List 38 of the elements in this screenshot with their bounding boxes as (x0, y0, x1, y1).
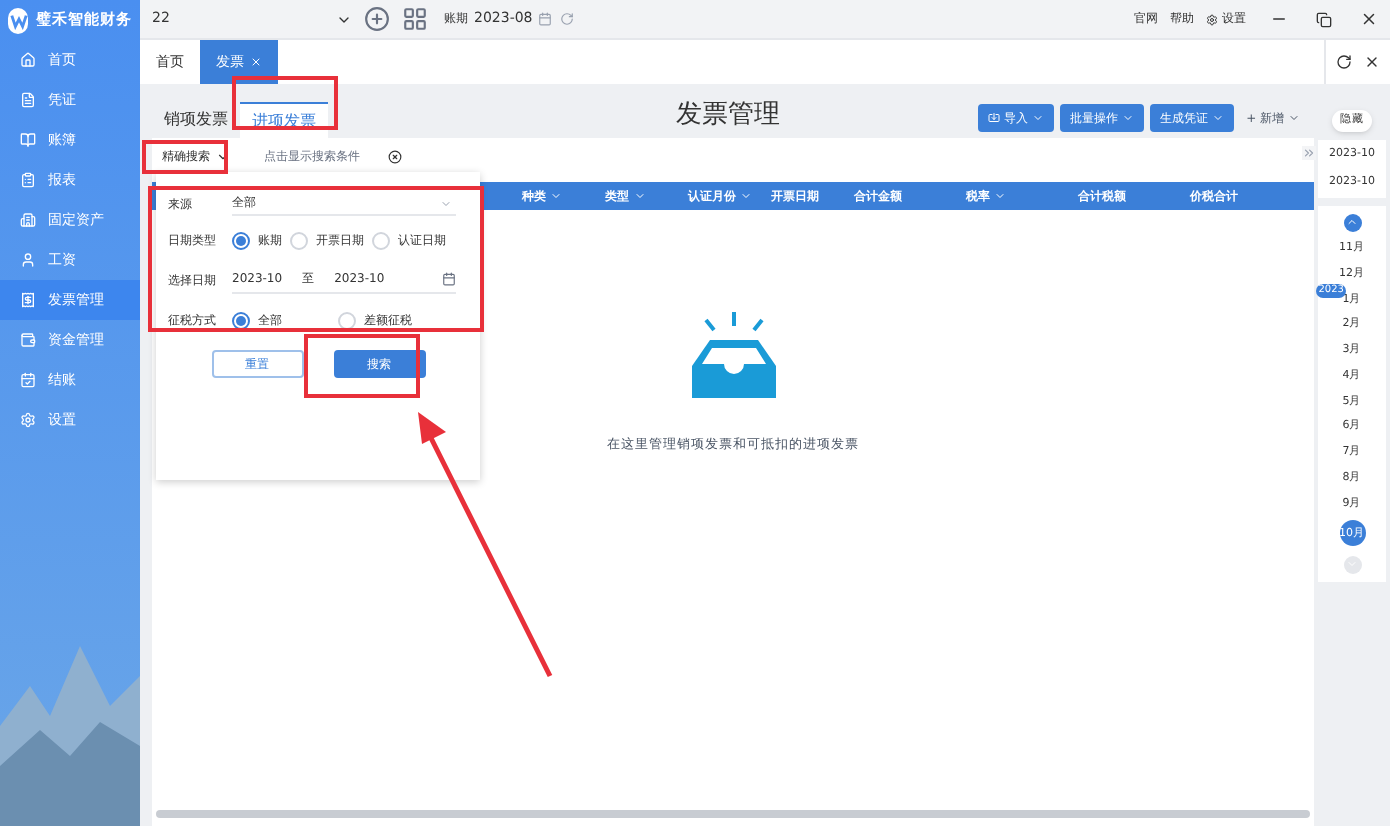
settings-icon (20, 412, 36, 428)
document-icon (20, 92, 36, 108)
annotation-box (232, 76, 338, 130)
home-icon (20, 52, 36, 68)
calendar-icon (538, 12, 553, 26)
add-icon[interactable] (364, 6, 390, 32)
invoice-tab[interactable]: 销项发票 (152, 102, 240, 138)
caret-icon (633, 190, 646, 202)
calendar-icon (442, 272, 456, 286)
person-icon (20, 252, 36, 268)
refresh-icon[interactable] (1336, 54, 1352, 70)
clear-icon[interactable] (388, 150, 402, 164)
caret-icon (1122, 112, 1135, 124)
caret-icon (1032, 112, 1045, 124)
close-icon[interactable] (1364, 54, 1380, 70)
close-icon[interactable] (1360, 10, 1378, 28)
logo-icon (8, 7, 28, 33)
scroll-up-icon[interactable] (1343, 213, 1361, 231)
building-icon (20, 212, 36, 228)
restore-icon[interactable] (1316, 11, 1332, 27)
caret-icon (1288, 112, 1300, 124)
caret-icon (440, 197, 452, 209)
caret-icon (1212, 112, 1225, 124)
horizontal-scrollbar[interactable] (156, 810, 1310, 818)
grid-icon[interactable] (402, 6, 428, 32)
caret-icon (216, 150, 230, 164)
page-title: 发票管理 (676, 98, 780, 134)
clipboard-icon (20, 172, 36, 188)
import-icon (988, 112, 1001, 124)
caret-icon (550, 190, 562, 202)
calendar-icon (20, 372, 36, 388)
receipt-icon (20, 292, 36, 308)
annotation-box (142, 140, 228, 174)
settings-icon (1206, 13, 1218, 25)
caret-icon (740, 190, 753, 202)
wallet-icon (20, 332, 36, 348)
caret-icon (994, 190, 1007, 202)
book-icon (20, 132, 36, 148)
